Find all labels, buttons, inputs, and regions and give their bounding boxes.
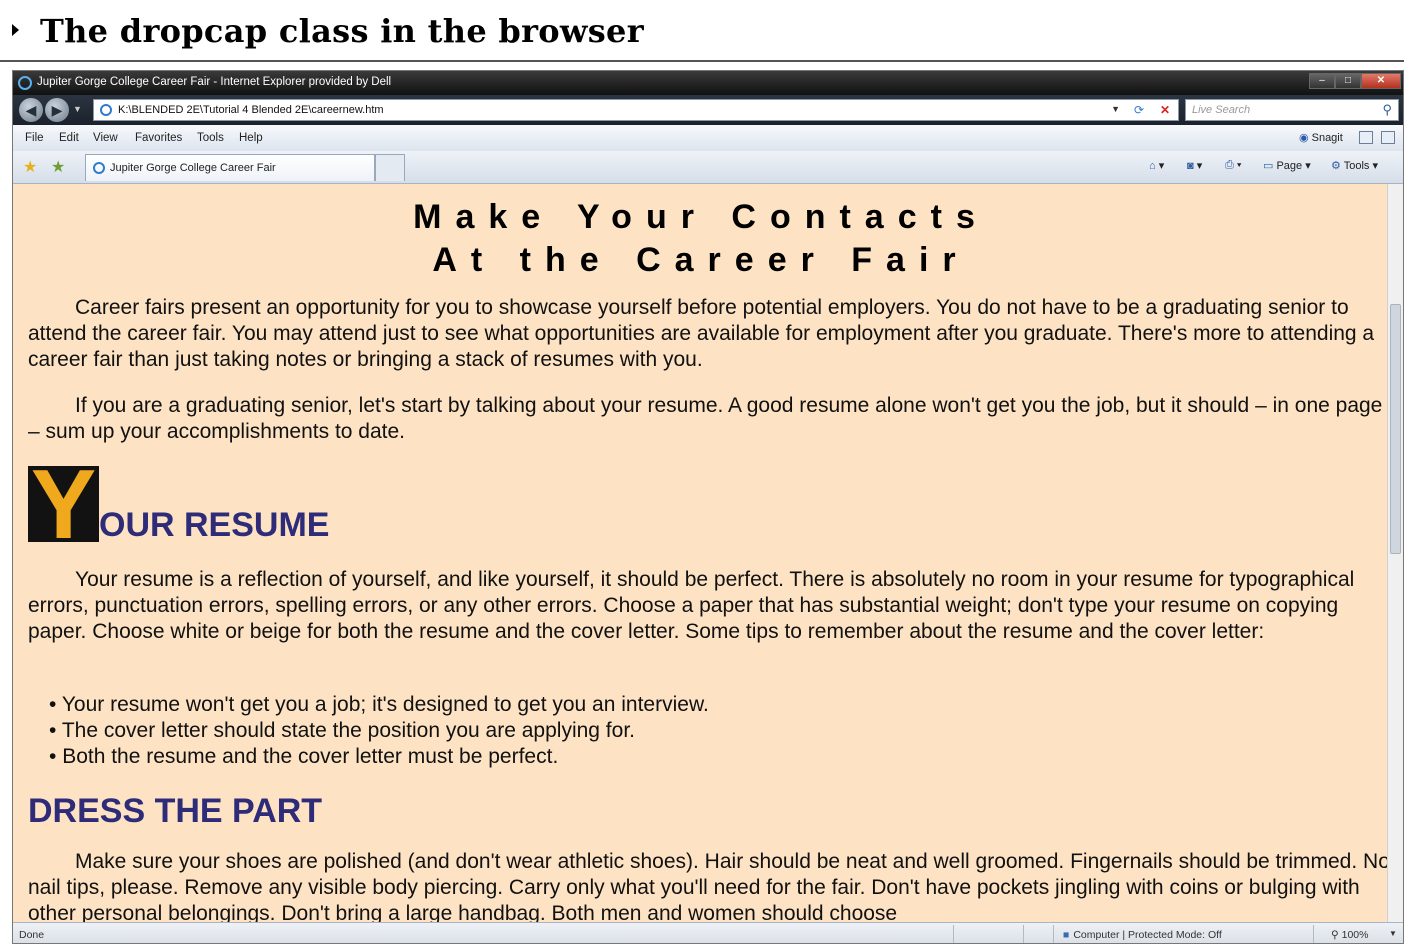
page-heading-line1: Make Your Contacts: [413, 198, 989, 236]
favorites-bar: ★ ★ Jupiter Gorge College Career Fair ⌂ …: [13, 151, 1403, 184]
home-button[interactable]: ⌂ ▾: [1149, 159, 1164, 172]
page-icon: [100, 104, 112, 116]
dress-paragraph: Make sure your shoes are polished (and d…: [28, 850, 1389, 922]
intro-paragraph-2: If you are a graduating senior, let's st…: [28, 394, 1383, 443]
zoom-dropdown-icon[interactable]: ▼: [1389, 929, 1397, 938]
tools-gear-icon: ⚙: [1331, 160, 1341, 172]
snagit-capture-icon[interactable]: [1359, 131, 1373, 144]
resume-heading-text: OUR RESUME: [99, 506, 330, 544]
list-item-text: Both the resume and the cover letter mus…: [62, 745, 559, 768]
status-bar: Done ■ Computer | Protected Mode: Off ⚲ 1…: [13, 922, 1403, 943]
tools-menu-label: Tools: [1343, 160, 1370, 172]
status-divider: [1313, 925, 1314, 943]
url-history-dropdown-icon[interactable]: ▼: [1111, 104, 1120, 114]
computer-icon: ■: [1063, 929, 1070, 941]
page-heading-line2: At the Career Fair: [432, 241, 970, 279]
minimize-button[interactable]: –: [1309, 73, 1335, 89]
status-divider: [1053, 925, 1054, 943]
search-input[interactable]: Live Search ⚲: [1185, 99, 1399, 121]
status-text: Done: [19, 929, 45, 941]
snagit-button[interactable]: ◉ Snagit: [1299, 131, 1343, 144]
home-icon: ⌂: [1149, 160, 1156, 172]
feeds-icon: ◙: [1187, 160, 1194, 172]
figure-caption: The dropcap class in the browser: [0, 0, 1404, 62]
browser-window: Jupiter Gorge College Career Fair - Inte…: [12, 70, 1404, 944]
status-divider: [953, 925, 954, 943]
menu-bar: File Edit View Favorites Tools Help ◉ Sna…: [13, 125, 1403, 152]
close-button[interactable]: ✕: [1361, 73, 1401, 89]
menu-favorites[interactable]: Favorites: [135, 132, 182, 144]
new-tab-button[interactable]: [375, 154, 405, 181]
list-item: • Your resume won't get you a job; it's …: [49, 693, 709, 716]
page-heading: Make Your Contacts At the Career Fair: [13, 196, 1389, 282]
tab-label: Jupiter Gorge College Career Fair: [110, 162, 276, 174]
search-icon[interactable]: ⚲: [1382, 102, 1392, 118]
snagit-label: Snagit: [1311, 132, 1343, 144]
search-placeholder: Live Search: [1192, 104, 1251, 116]
resume-paragraph: Your resume is a reflection of yourself,…: [28, 568, 1355, 643]
security-zone[interactable]: ■ Computer | Protected Mode: Off: [1063, 929, 1222, 941]
status-divider: [1023, 925, 1024, 943]
caption-arrow-icon: [12, 24, 19, 36]
list-item-text: Your resume won't get you a job; it's de…: [61, 693, 709, 716]
url-text[interactable]: K:\BLENDED 2E\Tutorial 4 Blended 2E\care…: [118, 104, 384, 116]
title-bar[interactable]: Jupiter Gorge College Career Fair - Inte…: [13, 71, 1403, 95]
refresh-icon[interactable]: ⟳: [1130, 102, 1148, 118]
menu-help[interactable]: Help: [239, 132, 263, 144]
forward-button[interactable]: ▶: [45, 98, 69, 122]
back-button[interactable]: ◀: [19, 98, 43, 122]
window-title: Jupiter Gorge College Career Fair - Inte…: [37, 76, 392, 88]
dropcap-letter: Y: [28, 466, 99, 542]
zoom-text: 100%: [1341, 929, 1369, 941]
zoom-level[interactable]: ⚲ 100%: [1331, 929, 1368, 941]
print-button[interactable]: ⎙ ▾: [1225, 159, 1242, 172]
tips-list: • Your resume won't get you a job; it's …: [49, 692, 709, 770]
scrollbar-thumb[interactable]: [1390, 304, 1401, 554]
list-item: • The cover letter should state the posi…: [49, 719, 635, 742]
feeds-button[interactable]: ◙ ▾: [1187, 159, 1202, 172]
tab-career-fair[interactable]: Jupiter Gorge College Career Fair: [85, 154, 375, 181]
snagit-editor-icon[interactable]: [1381, 131, 1395, 144]
url-field[interactable]: K:\BLENDED 2E\Tutorial 4 Blended 2E\care…: [93, 99, 1179, 121]
vertical-scrollbar[interactable]: [1387, 184, 1403, 922]
add-favorites-icon[interactable]: ★: [51, 157, 65, 177]
menu-view[interactable]: View: [93, 132, 118, 144]
page-menu-label: Page: [1276, 160, 1303, 172]
page-menu-icon: ▭: [1263, 160, 1274, 172]
list-item-text: The cover letter should state the positi…: [61, 719, 635, 742]
intro-paragraph-1: Career fairs present an opportunity for …: [28, 296, 1375, 371]
menu-edit[interactable]: Edit: [59, 132, 79, 144]
tab-page-icon: [93, 162, 105, 174]
menu-file[interactable]: File: [25, 132, 44, 144]
internet-explorer-icon: [18, 76, 32, 90]
window-controls: – □ ✕: [1309, 73, 1401, 91]
page-content: Make Your Contacts At the Career Fair Ca…: [13, 184, 1389, 922]
print-icon: ⎙: [1225, 159, 1234, 171]
security-zone-text: Computer | Protected Mode: Off: [1073, 929, 1222, 941]
page-menu-button[interactable]: ▭ Page ▾: [1263, 159, 1311, 172]
recent-pages-dropdown-icon[interactable]: ▼: [73, 104, 82, 114]
snagit-icon: ◉: [1299, 132, 1309, 144]
dress-heading: DRESS THE PART: [28, 792, 323, 830]
tools-menu-button[interactable]: ⚙ Tools ▾: [1331, 159, 1378, 172]
address-bar: ◀ ▶ ▼ K:\BLENDED 2E\Tutorial 4 Blended 2…: [13, 95, 1403, 125]
caption-text: The dropcap class in the browser: [40, 12, 644, 50]
favorites-star-icon[interactable]: ★: [23, 157, 37, 177]
maximize-button[interactable]: □: [1335, 73, 1361, 89]
list-item: • Both the resume and the cover letter m…: [49, 745, 559, 768]
stop-icon[interactable]: ✕: [1156, 102, 1174, 118]
menu-tools[interactable]: Tools: [197, 132, 224, 144]
